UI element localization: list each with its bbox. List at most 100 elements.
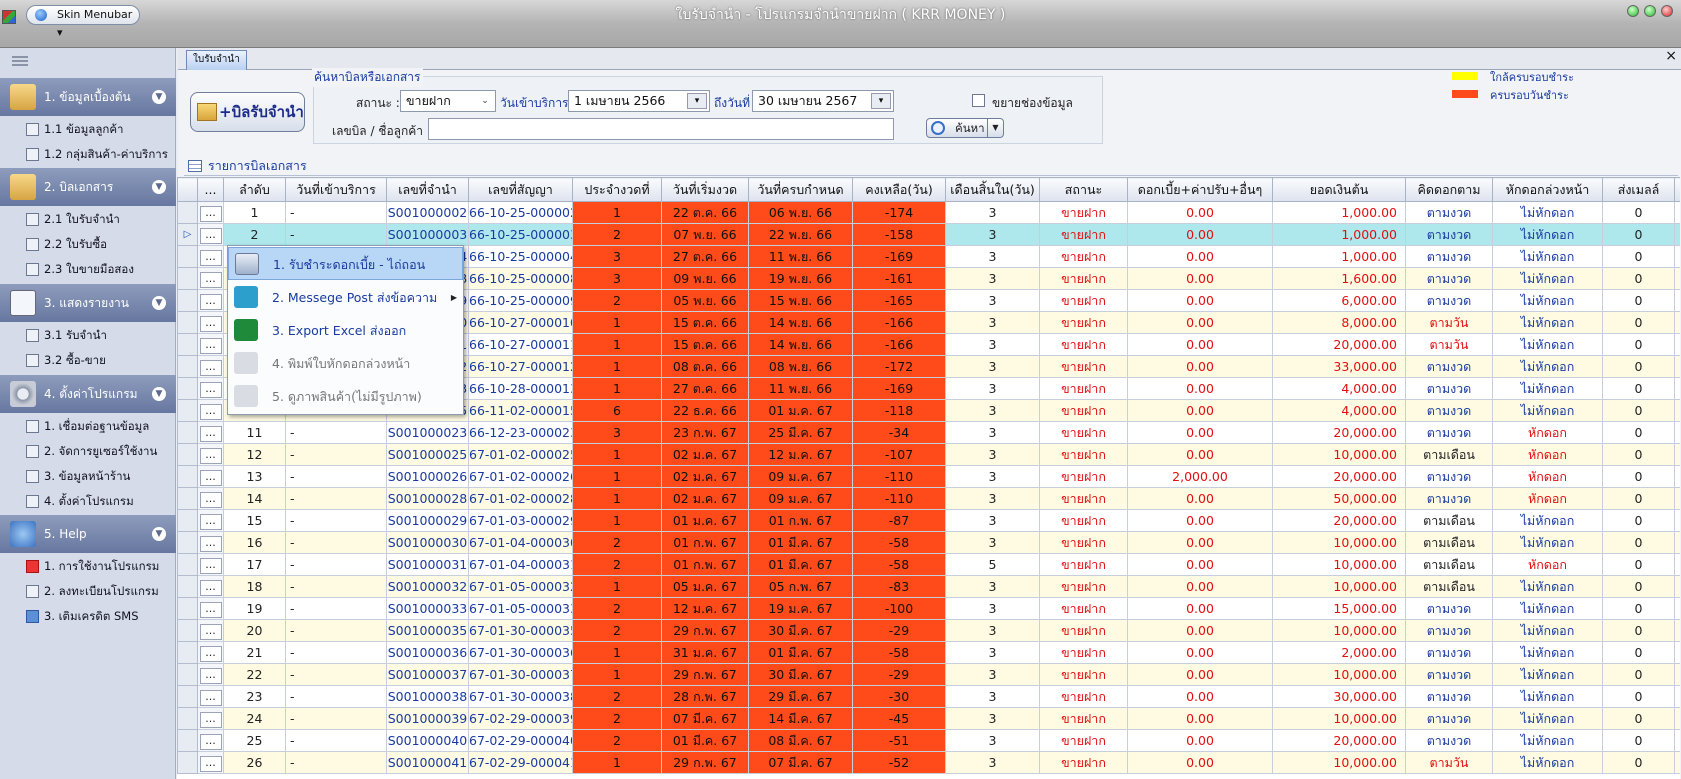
row-menu-button[interactable]: ...: [199, 601, 222, 618]
sidebar-item-customers[interactable]: 1.1 ข้อมูลลูกค้า: [26, 119, 124, 139]
row-menu-button[interactable]: ...: [199, 381, 222, 398]
sidebar-item-pawn-receipt[interactable]: 2.1 ใบรับจำนำ: [26, 209, 120, 229]
table-row[interactable]: ... 22- S001000037 67-01-30-000037 1 29 ก.พ. …: [177, 663, 1680, 686]
column-header[interactable]: ยอดเงินต้น: [1272, 177, 1406, 202]
column-header[interactable]: ส่งเมลล์: [1602, 177, 1675, 202]
sidebar-item-product-groups[interactable]: 1.2 กลุ่มสินค้า-ค่าบริการ: [26, 144, 168, 164]
sidebar-section-help[interactable]: 5. Help ▼: [0, 515, 176, 553]
menu-item-pay-interest[interactable]: 1. รับชำระดอกเบี้ย - ไถ่ถอน: [228, 247, 463, 280]
table-row[interactable]: ... 19- S001000033 67-01-05-000033 2 12 ม.ค. …: [177, 597, 1680, 620]
column-header[interactable]: วันที่เริ่มงวด: [661, 177, 749, 202]
row-menu-button[interactable]: ...: [199, 645, 222, 662]
sidebar-item-buy-sell-report[interactable]: 3.2 ซื้อ-ขาย: [26, 350, 106, 370]
row-menu-button[interactable]: ...: [199, 425, 222, 442]
column-header[interactable]: สถานะ: [1039, 177, 1128, 202]
row-menu-button[interactable]: ...: [199, 469, 222, 486]
search-button[interactable]: ค้นหา ▼: [926, 118, 1004, 138]
row-menu-button[interactable]: ...: [199, 293, 222, 310]
row-menu-button[interactable]: ...: [199, 403, 222, 420]
column-header[interactable]: หักดอกล่วงหน้า: [1492, 177, 1603, 202]
chevron-down-icon[interactable]: ▼: [987, 119, 1003, 137]
maximize-button[interactable]: [1644, 5, 1656, 17]
sidebar-section-documents[interactable]: 2. บิลเอกสาร ▼: [0, 168, 176, 206]
table-row[interactable]: ... 13- S001000026 67-01-02-000026 1 02 ม.ค. …: [177, 465, 1680, 488]
status-select[interactable]: ขายฝาก ⌄: [400, 90, 496, 112]
row-menu-button[interactable]: ...: [199, 689, 222, 706]
calendar-icon[interactable]: ▾: [687, 93, 707, 109]
row-menu-button[interactable]: ...: [199, 733, 222, 750]
table-row[interactable]: ... 24- S001000039 67-02-29-000039 2 07 มี.ค.…: [177, 707, 1680, 730]
sidebar-section-basic-data[interactable]: 1. ข้อมูลเบื้องต้น ▼: [0, 78, 176, 116]
row-menu-button[interactable]: ...: [199, 535, 222, 552]
row-menu-button[interactable]: ...: [199, 359, 222, 376]
table-row[interactable]: ... 26- S001000041 67-02-29-000041 1 29 ก.พ. …: [177, 751, 1680, 774]
row-menu-button[interactable]: ...: [199, 491, 222, 508]
column-header[interactable]: วันที่เข้าบริการ: [285, 177, 387, 202]
column-header[interactable]: คิดดอกตาม: [1405, 177, 1493, 202]
column-header[interactable]: ลำดับ: [223, 177, 286, 202]
bill-search-input[interactable]: [428, 118, 894, 140]
close-window-button[interactable]: [1661, 5, 1673, 17]
sidebar-item-purchase-receipt[interactable]: 2.2 ใบรับซื้อ: [26, 234, 107, 254]
column-header[interactable]: ส่งไลน์: [1674, 177, 1680, 202]
tab-pawn-receipt[interactable]: ใบรับจำนำ: [186, 50, 247, 70]
expand-fields-checkbox[interactable]: [972, 94, 985, 107]
date-from-picker[interactable]: 1 เมษายน 2566 ▾: [568, 90, 710, 112]
column-header[interactable]: ดอกเบี้ย+ค่าปรับ+อื่นๆ: [1127, 177, 1273, 202]
row-menu-button[interactable]: ...: [199, 579, 222, 596]
calendar-icon[interactable]: ▾: [871, 93, 891, 109]
row-menu-button[interactable]: ...: [199, 315, 222, 332]
table-row[interactable]: ... 21- S001000036 67-01-30-000036 1 31 ม.ค. …: [177, 641, 1680, 664]
menu-item-export-excel[interactable]: 3. Export Excel ส่งออก: [228, 314, 463, 347]
column-header[interactable]: ...: [197, 177, 224, 202]
table-row[interactable]: ... 23- S001000038 67-01-30-000038 2 28 ก.พ. …: [177, 685, 1680, 708]
row-menu-button[interactable]: ...: [199, 337, 222, 354]
sidebar-item-database-connect[interactable]: 1. เชื่อมต่อฐานข้อมูล: [26, 416, 149, 436]
row-menu-button[interactable]: ...: [199, 271, 222, 288]
sidebar-item-register-program[interactable]: 2. ลงทะเบียนโปรแกรม: [26, 581, 159, 601]
column-header[interactable]: คงเหลือ(วัน): [852, 177, 946, 202]
minimize-button[interactable]: [1627, 5, 1639, 17]
sidebar-item-shop-info[interactable]: 3. ข้อมูลหน้าร้าน: [26, 466, 130, 486]
table-row[interactable]: ... 17- S001000031 67-01-04-000031 2 01 ก.พ. …: [177, 553, 1680, 576]
row-menu-button[interactable]: ...: [199, 513, 222, 530]
cell-line: 0: [1674, 619, 1680, 642]
row-menu-button[interactable]: ...: [199, 667, 222, 684]
table-row[interactable]: ... 18- S001000032 67-01-05-000032 1 05 ม.ค. …: [177, 575, 1680, 598]
table-row[interactable]: ... 11- S001000023 66-12-23-000023 3 23 ก.พ. …: [177, 421, 1680, 444]
column-header[interactable]: วันที่ครบกำหนด: [748, 177, 853, 202]
sidebar-section-reports[interactable]: 3. แสดงรายงาน ▼: [0, 284, 176, 322]
row-menu-button[interactable]: ...: [199, 711, 222, 728]
sidebar-item-pawn-report[interactable]: 3.1 รับจำนำ: [26, 325, 107, 345]
row-menu-button[interactable]: ...: [199, 557, 222, 574]
column-header[interactable]: ประจำงวดที่: [572, 177, 662, 202]
sidebar-item-second-hand-sale[interactable]: 2.3 ใบขายมือสอง: [26, 259, 134, 279]
menu-toggle-icon[interactable]: [12, 56, 28, 66]
column-header[interactable]: เลขที่จำนำ: [386, 177, 469, 202]
row-menu-button[interactable]: ...: [199, 623, 222, 640]
row-menu-button[interactable]: ...: [199, 755, 222, 772]
table-row[interactable]: ... 16- S001000030 67-01-04-000030 2 01 ก.พ. …: [177, 531, 1680, 554]
sidebar-item-sms-credit[interactable]: 3. เติมเครดิต SMS: [26, 606, 139, 626]
close-tab-icon[interactable]: ×: [1665, 48, 1677, 64]
table-row[interactable]: ▷... 2- S001000003 66-10-25-000003 2 07 พ.ย. …: [177, 223, 1680, 246]
table-row[interactable]: ... 15- S001000029 67-01-03-000029 1 01 ม.ค. …: [177, 509, 1680, 532]
table-row[interactable]: ... 1- S001000002 66-10-25-000002 1 22 ต.ค. 6…: [177, 201, 1680, 224]
row-menu-button[interactable]: ...: [199, 447, 222, 464]
row-menu-button[interactable]: ...: [199, 205, 222, 222]
sidebar-item-program-settings[interactable]: 4. ตั้งค่าโปรแกรม: [26, 491, 134, 511]
row-menu-button[interactable]: ...: [199, 249, 222, 266]
sidebar-item-program-usage[interactable]: 1. การใช้งานโปรแกรม: [26, 556, 159, 576]
column-header[interactable]: เลขที่สัญญา: [468, 177, 573, 202]
date-to-picker[interactable]: 30 เมษายน 2567 ▾: [752, 90, 894, 112]
table-row[interactable]: ... 20- S001000035 67-01-30-000035 2 29 ก.พ. …: [177, 619, 1680, 642]
new-pawn-bill-button[interactable]: +บิลรับจำนำ: [190, 92, 305, 132]
table-row[interactable]: ... 14- S001000028 67-01-02-000028 1 02 ม.ค. …: [177, 487, 1680, 510]
row-menu-button[interactable]: ...: [199, 227, 222, 244]
sidebar-item-user-management[interactable]: 2. จัดการยูเซอร์ใช้งาน: [26, 441, 157, 461]
menu-item-message-post[interactable]: 2. Messege Post ส่งข้อความ ▶: [228, 281, 463, 314]
column-header[interactable]: เดือนสิ้นใน(วัน): [945, 177, 1040, 202]
sidebar-section-settings[interactable]: 4. ตั้งค่าโปรแกรม ▼: [0, 375, 176, 413]
table-row[interactable]: ... 12- S001000025 67-01-02-000025 1 02 ม.ค. …: [177, 443, 1680, 466]
table-row[interactable]: ... 25- S001000040 67-02-29-000040 2 01 มี.ค.…: [177, 729, 1680, 752]
